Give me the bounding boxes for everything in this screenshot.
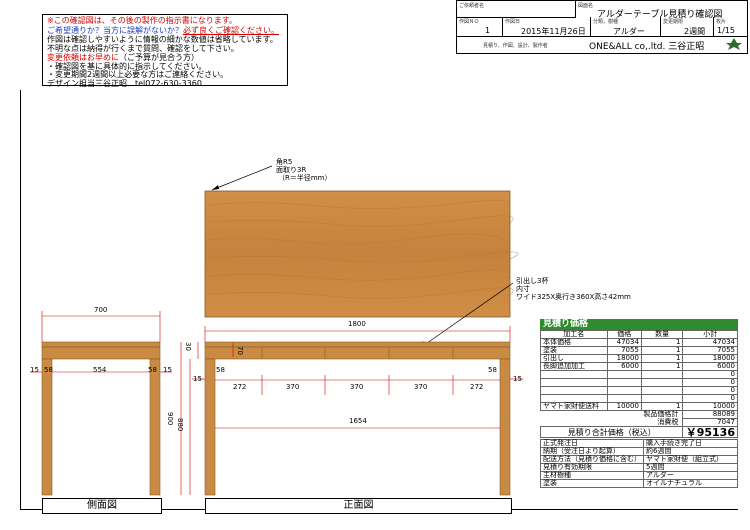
estimate-row: 0 xyxy=(540,386,738,395)
estimate-row: 長脚追加加工 6000 1 6000 xyxy=(540,362,738,371)
top-note-3: （R＝半径mm） xyxy=(278,174,332,182)
front-width-dim: 1800 xyxy=(348,320,366,328)
segment-dim-4: 370 xyxy=(414,383,428,391)
estimate-row: 0 xyxy=(540,378,738,387)
order-info-rows: 正式発注日 購入手続き完了日 納期（受注日より起算） 約6週間 配送方法（見積り価格に含… xyxy=(540,439,738,488)
product-total-row: 製品価格計 88089 xyxy=(541,410,738,419)
estimate-cell-name xyxy=(540,370,608,379)
estimate-cell-price xyxy=(606,378,642,387)
estimate-row: 0 xyxy=(540,370,738,379)
segment-dim-3: 370 xyxy=(350,383,364,391)
estimate-panel: 見積り価格 加工名 価格 数量 小計 本体価格 47034 1 47034 塗装 7055… xyxy=(539,319,738,488)
estimate-cell-name xyxy=(540,378,608,387)
estimate-cell-name xyxy=(540,386,608,395)
side-view-label: 側面図 xyxy=(42,498,162,514)
drawer-note-3: ワイド325X奥行き360X高さ42mm xyxy=(516,293,631,301)
estimate-cell-qty xyxy=(640,370,684,379)
estimate-row: ヤマト家財便送料 10000 1 10000 xyxy=(540,402,738,411)
front-apron-height-dim: 70 xyxy=(236,346,244,355)
estimate-row: 本体価格 47034 1 47034 xyxy=(540,338,738,347)
estimate-row: 塗装 7055 1 7055 xyxy=(540,346,738,355)
side-leg-right-dim: 58 xyxy=(148,366,157,374)
grand-total-label: 見積り合計価格（税込） xyxy=(539,426,684,438)
estimate-cell-sub: 0 xyxy=(682,378,738,387)
estimate-cell-qty: 1 xyxy=(640,362,684,371)
estimate-cell-name: ヤマト家財便送料 xyxy=(540,402,608,411)
front-leg-height-dim: 880 xyxy=(176,418,184,432)
tax-label: 消費税 xyxy=(657,417,679,426)
estimate-cell-price: 6000 xyxy=(606,362,642,371)
order-info-row: 主材樹種 アルダー xyxy=(540,471,738,480)
estimate-header: 見積り価格 xyxy=(540,319,738,330)
segment-dim-5: 272 xyxy=(470,383,484,391)
estimate-cell-sub: 0 xyxy=(682,370,738,379)
estimate-cell-price: 10000 xyxy=(606,402,642,411)
side-view xyxy=(41,341,161,496)
segment-dim-1: 272 xyxy=(233,383,247,391)
estimate-cell-sub: 0 xyxy=(682,386,738,395)
side-offset-right-dim: 15 xyxy=(163,366,172,374)
order-info-row: 塗装 オイルナチュラル xyxy=(540,479,738,488)
front-leg-width-right-dim: 58 xyxy=(488,366,497,374)
front-offset-left-dim: 15 xyxy=(193,375,202,383)
top-note-arrow xyxy=(212,185,219,190)
front-leg-width-dim: 58 xyxy=(216,366,225,374)
side-inner-dim: 554 xyxy=(93,366,107,374)
order-info-table: 正式発注日 購入手続き完了日 納期（受注日より起算） 約6週間 配送方法（見積り価格に含… xyxy=(540,439,738,488)
order-info-value: オイルナチュラル xyxy=(643,479,738,488)
estimate-table: 加工名 価格 数量 小計 本体価格 47034 1 47034 塗装 7055 1 7055 引… xyxy=(539,330,738,438)
front-view-label: 正面図 xyxy=(205,498,512,514)
grand-total-row: 見積り合計価格（税込） ￥95136 xyxy=(539,426,738,438)
estimate-cell-name: 長脚追加加工 xyxy=(540,362,608,371)
estimate-cell-qty xyxy=(640,378,684,387)
front-total-height-dim: 900 xyxy=(166,412,174,426)
segment-dim-2: 370 xyxy=(286,383,300,391)
order-info-key: 塗装 xyxy=(540,479,644,488)
estimate-rows: 本体価格 47034 1 47034 塗装 7055 1 7055 引出し 18000 1 18000… xyxy=(540,338,738,411)
top-note-leader xyxy=(211,165,273,191)
inner-span-dim: 1654 xyxy=(349,417,367,425)
side-offset-left-dim: 15 xyxy=(30,366,39,374)
front-offset-right-dim: 15 xyxy=(513,375,522,383)
estimate-cell-sub: 6000 xyxy=(682,362,738,371)
side-width-dim: 700 xyxy=(94,306,108,314)
grand-total-value: ￥95136 xyxy=(682,426,738,438)
side-leg-left-dim: 58 xyxy=(44,366,53,374)
estimate-cell-price xyxy=(606,370,642,379)
estimate-cell-qty xyxy=(640,386,684,395)
estimate-cell-price xyxy=(606,386,642,395)
front-top-height-dim: 30 xyxy=(184,342,192,351)
